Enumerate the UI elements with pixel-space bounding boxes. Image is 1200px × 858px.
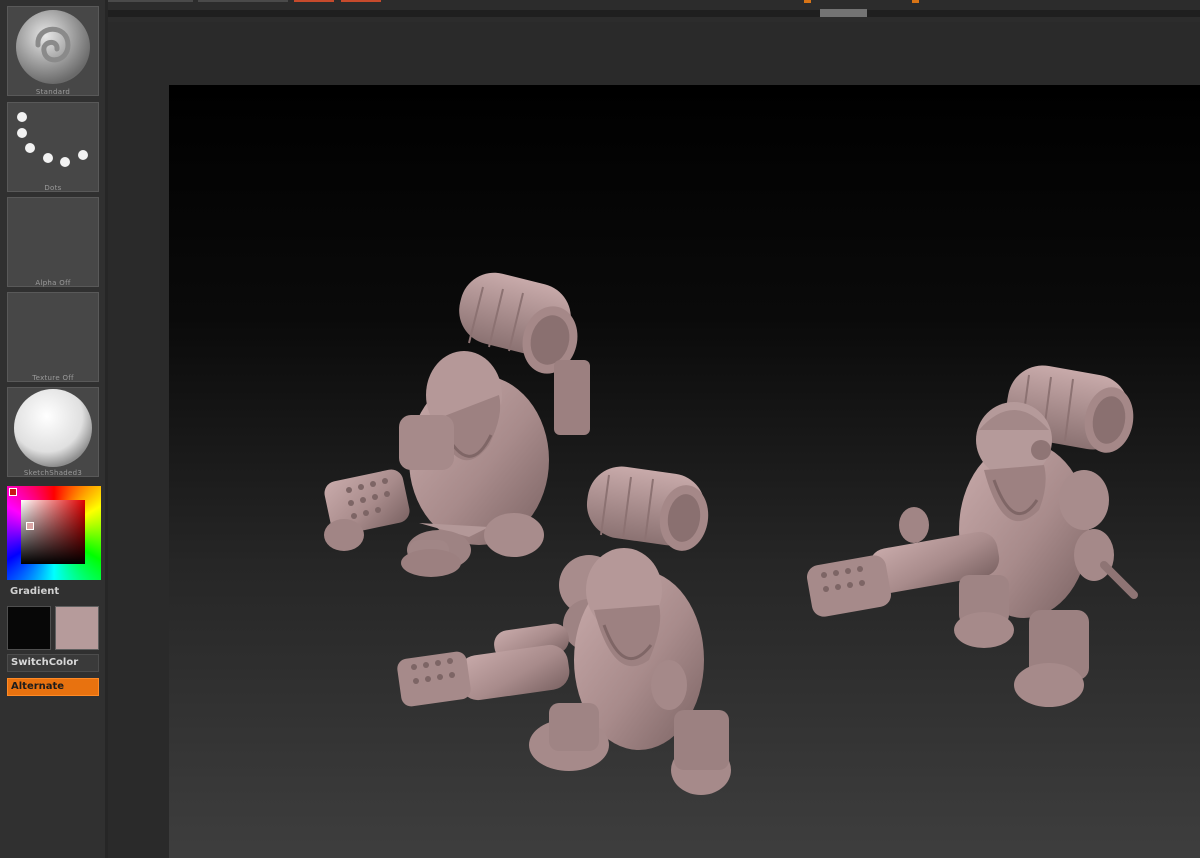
main-color-swatch[interactable] bbox=[7, 606, 51, 650]
brush-label: Standard bbox=[35, 88, 71, 96]
tray-divider bbox=[105, 0, 108, 858]
stroke-selector[interactable]: Dots bbox=[7, 102, 99, 192]
left-tray: Standard Dots Alpha Off Texture Off Sket… bbox=[0, 0, 105, 858]
color-picker[interactable] bbox=[7, 486, 101, 580]
timeline-scroll-handle[interactable] bbox=[820, 9, 867, 17]
document-viewport[interactable] bbox=[169, 85, 1200, 858]
material-label: SketchShaded3 bbox=[23, 469, 83, 477]
top-toolbar bbox=[0, 0, 1200, 22]
viewport-canvas bbox=[322, 266, 1138, 795]
switch-color-button[interactable]: SwitchColor bbox=[7, 654, 99, 672]
texture-selector[interactable]: Texture Off bbox=[7, 292, 99, 382]
dwarf-figure-right[interactable] bbox=[805, 360, 1138, 707]
top-button-red[interactable] bbox=[294, 0, 334, 2]
texture-label: Texture Off bbox=[32, 374, 74, 382]
stroke-label: Dots bbox=[44, 184, 62, 192]
top-indicator bbox=[804, 0, 811, 3]
color-picker-handle[interactable] bbox=[26, 522, 34, 530]
top-button-red[interactable] bbox=[341, 0, 381, 2]
gradient-label[interactable]: Gradient bbox=[10, 586, 59, 597]
alpha-label: Alpha Off bbox=[35, 279, 71, 287]
timeline-track[interactable] bbox=[108, 10, 1200, 17]
brush-selector[interactable]: Standard bbox=[7, 6, 99, 96]
material-selector[interactable]: SketchShaded3 bbox=[7, 387, 99, 477]
top-button[interactable] bbox=[198, 0, 288, 2]
current-color-indicator bbox=[9, 488, 17, 496]
sphere-material-icon bbox=[14, 389, 92, 467]
saturation-value-square[interactable] bbox=[21, 500, 85, 564]
standard-brush-icon bbox=[16, 10, 90, 84]
dots-stroke-icon bbox=[17, 112, 88, 167]
top-button[interactable] bbox=[108, 0, 193, 2]
alpha-selector[interactable]: Alpha Off bbox=[7, 197, 99, 287]
dwarf-figure-left[interactable] bbox=[322, 266, 590, 577]
alternate-button[interactable]: Alternate bbox=[7, 678, 99, 696]
secondary-color-swatch[interactable] bbox=[55, 606, 99, 650]
top-indicator bbox=[912, 0, 919, 3]
